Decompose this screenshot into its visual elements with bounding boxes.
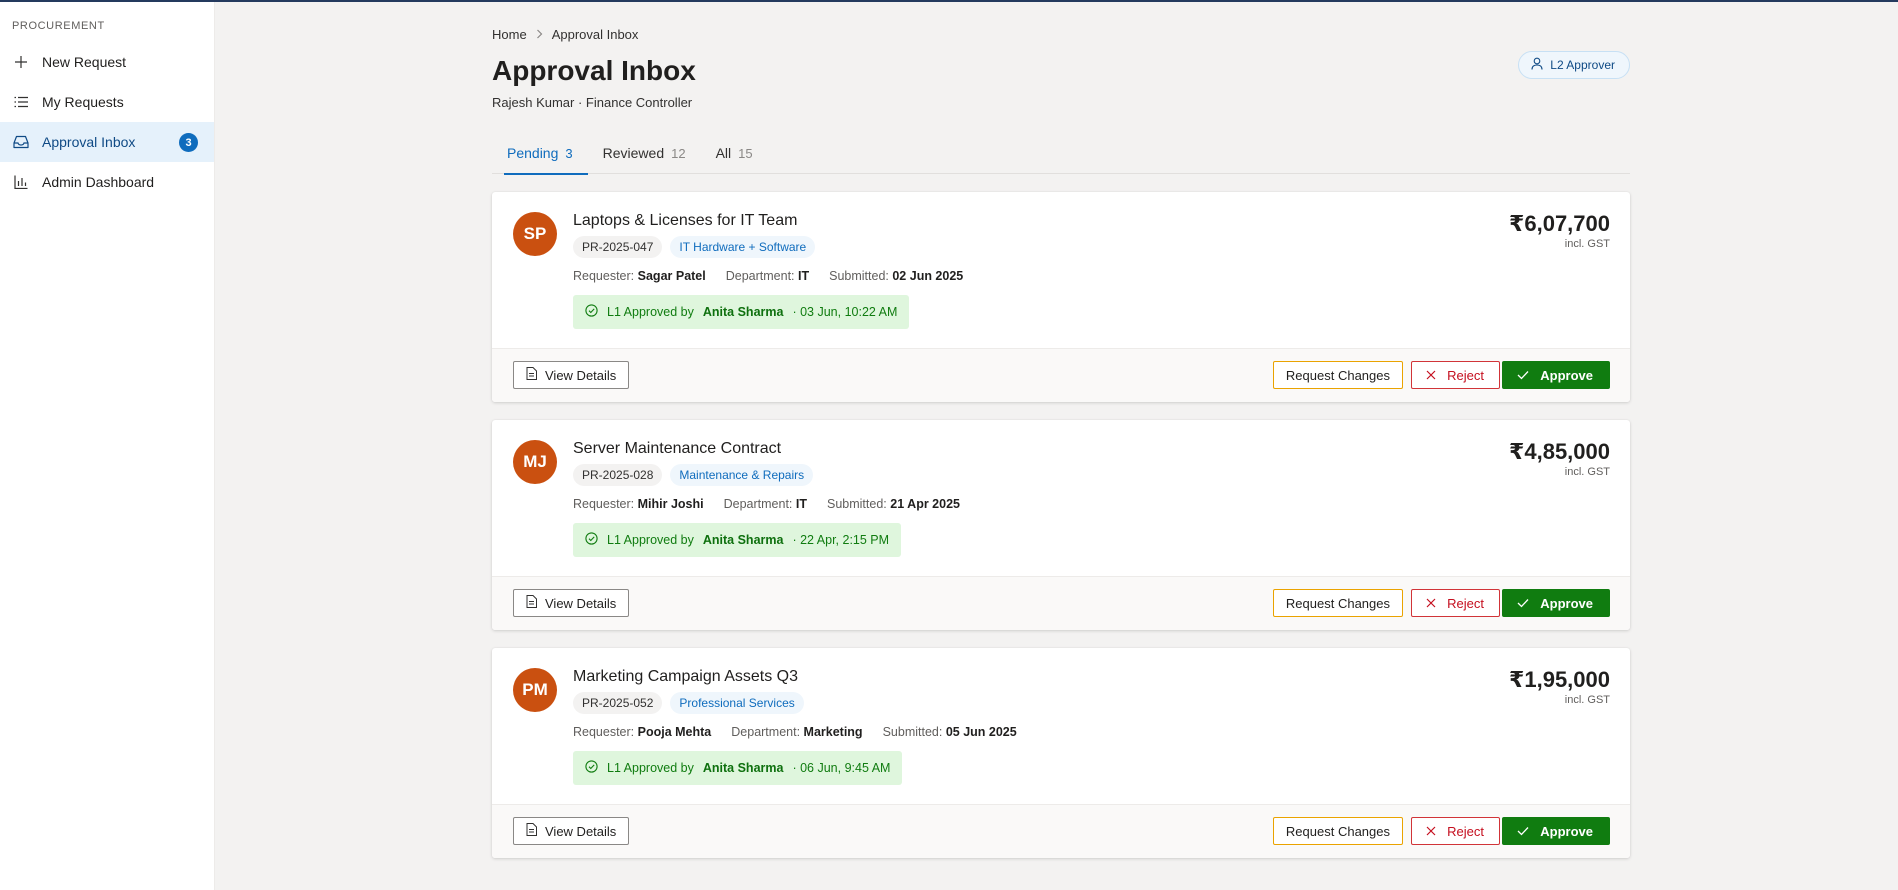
plus-icon bbox=[12, 53, 30, 71]
view-details-button[interactable]: View Details bbox=[513, 589, 630, 617]
request-id-pill: PR-2025-047 bbox=[573, 236, 663, 258]
category-pill: Professional Services bbox=[670, 692, 804, 714]
close-icon bbox=[1426, 824, 1436, 839]
close-icon bbox=[1426, 368, 1436, 383]
request-card: SP Laptops & Licenses for IT Team PR-202… bbox=[492, 192, 1630, 402]
tab-pending[interactable]: Pending 3 bbox=[492, 138, 588, 175]
l1-approval-status: L1 Approved by Anita Sharma · 03 Jun, 10… bbox=[573, 295, 910, 329]
submitted-field: Submitted: 05 Jun 2025 bbox=[882, 725, 1017, 739]
tab-all[interactable]: All 15 bbox=[701, 138, 768, 174]
gst-note: incl. GST bbox=[1564, 466, 1610, 478]
approve-button[interactable]: Approve bbox=[1502, 817, 1610, 845]
list-icon bbox=[12, 93, 30, 111]
department-field: Department: Marketing bbox=[731, 725, 863, 739]
chevron-right-icon bbox=[536, 28, 543, 42]
tab-reviewed[interactable]: Reviewed 12 bbox=[588, 138, 701, 174]
l1-approval-status: L1 Approved by Anita Sharma · 06 Jun, 9:… bbox=[573, 751, 903, 785]
approve-button[interactable]: Approve bbox=[1502, 589, 1610, 617]
checkmark-icon bbox=[1517, 596, 1529, 611]
tab-label: All bbox=[715, 145, 732, 161]
category-pill: IT Hardware + Software bbox=[670, 236, 816, 258]
breadcrumb-home-link[interactable]: Home bbox=[492, 27, 527, 42]
avatar: PM bbox=[513, 668, 557, 712]
bar-chart-icon bbox=[12, 173, 30, 191]
approver-name: Anita Sharma bbox=[702, 305, 784, 319]
submitted-field: Submitted: 21 Apr 2025 bbox=[827, 497, 960, 511]
checkmark-icon bbox=[1517, 368, 1529, 383]
approver-name: Anita Sharma bbox=[702, 533, 784, 547]
requester-field: Requester: Pooja Mehta bbox=[573, 725, 712, 739]
request-changes-button[interactable]: Request Changes bbox=[1272, 817, 1403, 845]
sidebar-item-my-requests[interactable]: My Requests bbox=[0, 82, 214, 122]
tab-count: 3 bbox=[565, 146, 573, 161]
approval-time: · 03 Jun, 10:22 AM bbox=[792, 305, 898, 319]
request-card: MJ Server Maintenance Contract PR-2025-0… bbox=[492, 420, 1630, 630]
l1-approval-status: L1 Approved by Anita Sharma · 22 Apr, 2:… bbox=[573, 523, 902, 557]
role-badge: L2 Approver bbox=[1518, 51, 1630, 79]
approval-time: · 06 Jun, 9:45 AM bbox=[792, 761, 891, 775]
request-id-pill: PR-2025-052 bbox=[573, 692, 663, 714]
request-changes-button[interactable]: Request Changes bbox=[1272, 589, 1403, 617]
category-pill: Maintenance & Repairs bbox=[670, 464, 814, 486]
sidebar: PROCUREMENT New Request My Requests Appr… bbox=[0, 2, 215, 890]
checkmark-icon bbox=[1517, 824, 1529, 839]
document-icon bbox=[526, 823, 537, 839]
reject-button[interactable]: Reject bbox=[1411, 361, 1500, 389]
approval-time: · 22 Apr, 2:15 PM bbox=[792, 533, 890, 547]
submitted-field: Submitted: 02 Jun 2025 bbox=[829, 269, 964, 283]
close-icon bbox=[1426, 596, 1436, 611]
request-card: PM Marketing Campaign Assets Q3 PR-2025-… bbox=[492, 648, 1630, 858]
sidebar-item-approval-inbox[interactable]: Approval Inbox 3 bbox=[0, 122, 214, 162]
department-field: Department: IT bbox=[723, 497, 807, 511]
request-amount: ₹4,85,000 bbox=[1509, 439, 1610, 464]
document-icon bbox=[526, 367, 537, 383]
approve-button[interactable]: Approve bbox=[1502, 361, 1610, 389]
reject-button[interactable]: Reject bbox=[1411, 589, 1500, 617]
view-details-button[interactable]: View Details bbox=[513, 817, 630, 845]
tab-count: 15 bbox=[738, 146, 753, 161]
breadcrumb-current: Approval Inbox bbox=[551, 27, 639, 42]
gst-note: incl. GST bbox=[1564, 694, 1610, 706]
role-badge-label: L2 Approver bbox=[1550, 58, 1615, 72]
gst-note: incl. GST bbox=[1564, 238, 1610, 250]
department-field: Department: IT bbox=[725, 269, 810, 283]
check-circle-icon bbox=[585, 532, 598, 548]
request-title: Marketing Campaign Assets Q3 bbox=[573, 668, 798, 685]
check-circle-icon bbox=[585, 304, 598, 320]
check-circle-icon bbox=[585, 760, 598, 776]
request-title: Server Maintenance Contract bbox=[573, 440, 782, 457]
request-changes-button[interactable]: Request Changes bbox=[1272, 361, 1403, 389]
tab-label: Reviewed bbox=[602, 145, 665, 161]
sidebar-item-new-request[interactable]: New Request bbox=[0, 42, 214, 82]
sidebar-item-admin-dashboard[interactable]: Admin Dashboard bbox=[0, 162, 214, 202]
tab-count: 12 bbox=[671, 146, 686, 161]
breadcrumb: Home Approval Inbox bbox=[492, 27, 638, 42]
request-title: Laptops & Licenses for IT Team bbox=[573, 212, 798, 229]
sidebar-item-label: Admin Dashboard bbox=[42, 174, 155, 190]
avatar: SP bbox=[513, 212, 557, 256]
approver-name: Anita Sharma bbox=[702, 761, 784, 775]
page-title: Approval Inbox bbox=[492, 55, 696, 86]
view-details-button[interactable]: View Details bbox=[513, 361, 630, 389]
requester-field: Requester: Sagar Patel bbox=[573, 269, 706, 283]
inbox-icon bbox=[12, 133, 30, 151]
requester-field: Requester: Mihir Joshi bbox=[573, 497, 704, 511]
request-id-pill: PR-2025-028 bbox=[573, 464, 663, 486]
sidebar-item-label: New Request bbox=[42, 54, 127, 70]
inbox-count-badge: 3 bbox=[179, 133, 198, 152]
sidebar-item-label: Approval Inbox bbox=[42, 134, 136, 150]
avatar: MJ bbox=[513, 440, 557, 484]
tab-label: Pending bbox=[507, 145, 559, 161]
person-icon bbox=[1531, 57, 1543, 73]
inbox-tabs: Pending 3 Reviewed 12 All 15 bbox=[492, 138, 1630, 175]
sidebar-section-title: PROCUREMENT bbox=[12, 20, 105, 32]
reject-button[interactable]: Reject bbox=[1411, 817, 1500, 845]
request-amount: ₹1,95,000 bbox=[1509, 667, 1610, 692]
user-subtitle: Rajesh Kumar · Finance Controller bbox=[492, 95, 693, 110]
document-icon bbox=[526, 595, 537, 611]
request-amount: ₹6,07,700 bbox=[1509, 211, 1610, 236]
sidebar-item-label: My Requests bbox=[42, 94, 124, 110]
